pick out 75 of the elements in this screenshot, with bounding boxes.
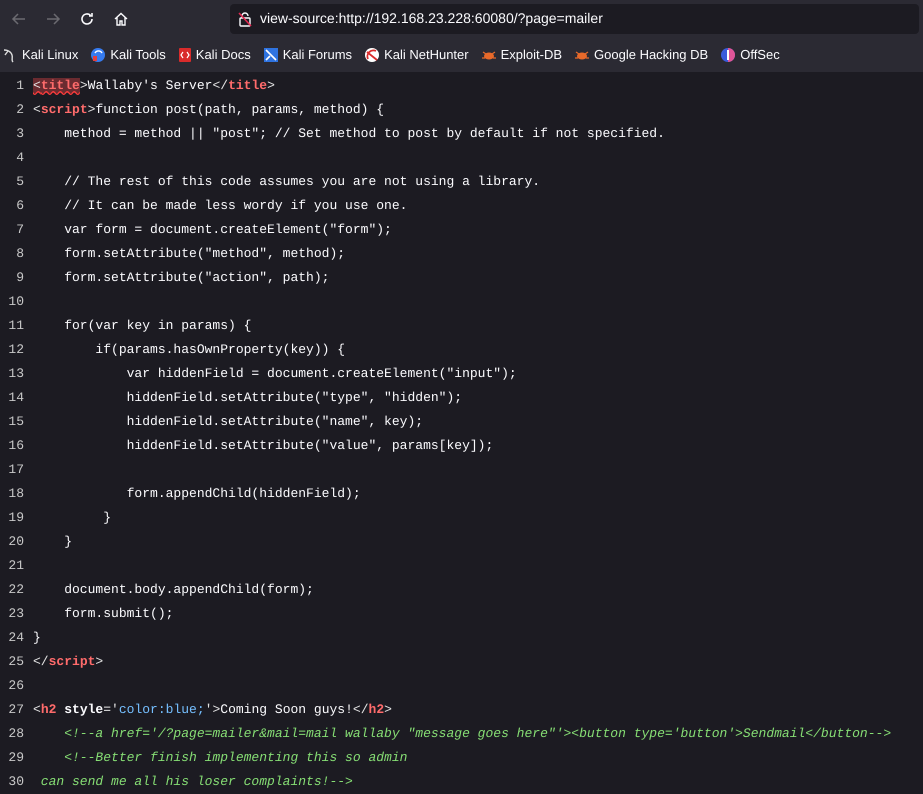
- forums-icon: [262, 46, 279, 62]
- line-number: 29: [7, 749, 25, 768]
- line-number: 27: [7, 701, 25, 720]
- line-number: 20: [7, 533, 25, 552]
- code-line: document.body.appendChild(form);: [63, 581, 314, 600]
- nethunter-icon: [364, 46, 380, 62]
- document-icon: [178, 46, 192, 62]
- line-number: 4: [15, 149, 25, 168]
- code-line: form.setAttribute("action", path);: [63, 269, 330, 288]
- code-line: hiddenField.setAttribute("type", "hidden");: [126, 389, 462, 408]
- line-number: 12: [7, 341, 25, 360]
- code-line: hiddenField.setAttribute("name", key);: [126, 413, 424, 432]
- line-number: 19: [7, 509, 25, 528]
- bookmark-link[interactable]: Kali Tools: [90, 44, 166, 64]
- bookmark-link[interactable]: OffSec: [720, 44, 780, 64]
- line-number: 18: [7, 485, 25, 504]
- line-number: 26: [7, 677, 25, 696]
- line-number: 23: [7, 605, 25, 624]
- code-line: hiddenField.setAttribute("value", params[key]);: [126, 437, 494, 456]
- forward-arrow-icon: [45, 10, 61, 26]
- code-line: for(var key in params) {: [63, 317, 252, 336]
- line-number: 15: [7, 413, 25, 432]
- line-number: 11: [7, 317, 25, 336]
- code-line: }: [102, 509, 112, 528]
- line-number: 10: [7, 293, 25, 312]
- code-line: method = method || "post"; // Set method to post by default if not specified.: [63, 125, 665, 144]
- address-bar[interactable]: view-source:http://192.168.23.228:60080/?page=mailer: [230, 4, 919, 34]
- line-number: 28: [7, 725, 25, 744]
- bookmark-link[interactable]: Kali Docs: [178, 44, 251, 64]
- url-text: view-source:http://192.168.23.228:60080/?page=mailer: [260, 9, 603, 28]
- line-number: 14: [7, 389, 25, 408]
- insecure-lock-icon: [238, 10, 252, 26]
- line-number: 22: [7, 581, 25, 600]
- code-line: // It can be made less wordy if you use one.: [63, 197, 408, 216]
- bookmark-link[interactable]: Google Hacking DB: [574, 44, 708, 64]
- code-line: form.setAttribute("method", method);: [63, 245, 346, 264]
- code-line: </script>: [33, 653, 104, 672]
- code-line: var form = document.createElement("form");: [63, 221, 392, 240]
- line-number: 3: [15, 125, 25, 144]
- offsec-icon: [720, 46, 736, 62]
- code-line: }: [63, 533, 72, 552]
- line-number: 2: [15, 101, 25, 120]
- line-number: 24: [7, 629, 25, 648]
- line-number: 17: [7, 461, 25, 480]
- line-number: 13: [7, 365, 25, 384]
- line-number: 5: [15, 173, 25, 192]
- line-number: 30: [7, 773, 25, 792]
- line-number: 6: [15, 197, 25, 216]
- bookmark-link[interactable]: Kali Forums: [262, 44, 352, 64]
- tools-icon: [90, 46, 106, 62]
- code-line: }: [33, 629, 41, 648]
- reload-icon: [79, 10, 95, 26]
- home-icon: [113, 10, 129, 26]
- code-line: form.appendChild(hiddenField);: [126, 485, 361, 504]
- bookmark-link[interactable]: Kali NetHunter: [364, 44, 469, 64]
- line-number: 1: [15, 77, 25, 96]
- code-line: form.submit();: [63, 605, 174, 624]
- back-arrow-icon: [11, 10, 27, 26]
- line-number: 9: [15, 269, 25, 288]
- bookmark-link[interactable]: Exploit-DB: [480, 44, 562, 64]
- code-line: <!--Better finish implementing this so admin: [63, 749, 408, 768]
- code-line: var hiddenField = document.createElement("input");: [126, 365, 517, 384]
- code-line: can send me all his loser complaints!-->: [40, 773, 353, 792]
- code-line: <script>function post(path, params, method) {: [33, 101, 384, 120]
- line-number: 8: [15, 245, 25, 264]
- line-number: 25: [7, 653, 25, 672]
- code-line: <h2 style='color:blue;'>Coming Soon guys!</h2>: [33, 701, 392, 720]
- line-number: 7: [15, 221, 25, 240]
- code-line: <title>Wallaby's Server</title>: [33, 77, 275, 96]
- bookmark-link[interactable]: Kali Linux: [2, 44, 78, 64]
- code-line: // The rest of this code assumes you are not using a library.: [63, 173, 540, 192]
- line-number: 21: [7, 557, 25, 576]
- line-number: 16: [7, 437, 25, 456]
- code-line: <!--a href='/?page=mailer&mail=mail wallaby "message goes here"'><button type='button'>Sendmail</button-->: [63, 725, 892, 744]
- code-line: if(params.hasOwnProperty(key)) {: [94, 341, 346, 360]
